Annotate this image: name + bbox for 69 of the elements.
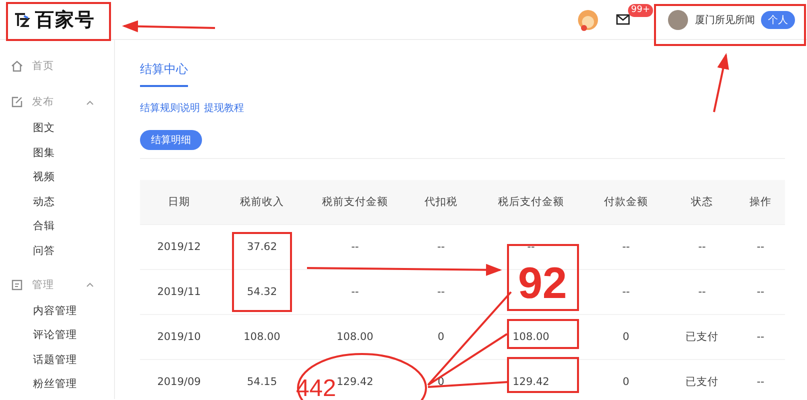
column-header: 状态 [690, 195, 714, 209]
table-cell-text: 54.32 [246, 286, 278, 298]
chevron-icon[interactable] [86, 282, 94, 288]
help-link[interactable]: 结算规则说明 [140, 101, 200, 115]
mascot-icon[interactable] [576, 8, 600, 30]
handwritten-number: 92 [518, 259, 567, 308]
details-button[interactable]: 结算明细 [140, 130, 202, 150]
sidebar-subitem[interactable]: 话题管理 [0, 348, 114, 372]
table-cell-text: -- [697, 286, 707, 298]
column-header: 税后支付金额 [497, 195, 565, 209]
chevron-icon[interactable] [86, 100, 94, 104]
table-cell-text: 129.42 [512, 376, 550, 388]
column-header: 代扣税 [424, 195, 458, 209]
sidebar-subitem[interactable]: 视频 [0, 165, 114, 190]
annotation-box [507, 357, 579, 393]
table-cell-text: -- [756, 376, 766, 388]
table-cell-text: -- [756, 241, 766, 253]
table-cell-text: 0 [622, 376, 630, 388]
table-cell-text: -- [756, 286, 766, 298]
logo-text: 百家号 [35, 8, 95, 32]
table-cell-text: -- [350, 241, 360, 253]
column-header: 税前收入 [239, 195, 285, 209]
table-cell-text: -- [697, 241, 707, 253]
sidebar-subitem[interactable]: 图集 [0, 140, 114, 166]
table-cell-text: 54.15 [246, 376, 278, 388]
table-cell-text: 108.00 [242, 331, 282, 343]
sidebar-subitem[interactable]: 图文 [0, 116, 114, 141]
column-header: 付款金额 [603, 195, 649, 209]
annotation-box [507, 319, 579, 349]
account-type-badge: 个人 [761, 10, 795, 28]
annotation-arrow [713, 53, 729, 112]
avatar[interactable] [668, 10, 688, 30]
account-name[interactable]: 厦门所见所闻 [695, 12, 755, 26]
table-cell-text: 已支付 [684, 330, 720, 344]
sidebar-subitem[interactable]: 粉丝管理 [0, 372, 114, 397]
table-cell-text: -- [621, 286, 631, 298]
logo-icon [14, 12, 30, 28]
table-cell-text: 0 [436, 331, 446, 343]
sidebar-subitem[interactable]: 动态 [0, 190, 114, 214]
table-cell-text: 2019/12 [156, 241, 202, 253]
table-cell-text: 2019/10 [156, 331, 202, 343]
home-icon [11, 60, 23, 72]
annotation-box [507, 244, 579, 311]
document-icon [11, 278, 23, 291]
table-cell-text: -- [350, 286, 360, 298]
column-header: 操作 [748, 195, 772, 209]
table-cell-text: 108.00 [336, 331, 374, 343]
mail-icon[interactable] [616, 14, 630, 25]
table-cell-text: -- [436, 286, 446, 298]
sidebar-subitem[interactable]: 内容管理 [0, 298, 114, 324]
table-cell-text: 108.00 [512, 331, 550, 343]
sidebar-subitem[interactable]: 合辑 [0, 214, 114, 239]
table-cell-text: -- [756, 331, 766, 343]
column-header: 税前支付金额 [321, 195, 389, 209]
table-cell-text: 2019/09 [156, 376, 202, 388]
notification-badge: 99+ [628, 4, 653, 17]
column-header: 日期 [167, 195, 191, 209]
sidebar-subitem[interactable]: 问答 [0, 238, 114, 264]
table-cell-text: 已支付 [684, 375, 720, 389]
table-cell-text: -- [526, 241, 536, 253]
table-cell-text: 2019/11 [156, 286, 202, 298]
help-link[interactable]: 提现教程 [204, 101, 244, 115]
table-cell-text: -- [621, 241, 631, 253]
settlement-tab[interactable]: 结算中心 [140, 61, 188, 87]
table-cell-text: -- [436, 241, 446, 253]
edit-icon [11, 96, 23, 108]
table-cell-text: 37.62 [246, 241, 278, 253]
sidebar-subitem[interactable]: 评论管理 [0, 323, 114, 348]
table-cell-text: 0 [622, 331, 630, 343]
